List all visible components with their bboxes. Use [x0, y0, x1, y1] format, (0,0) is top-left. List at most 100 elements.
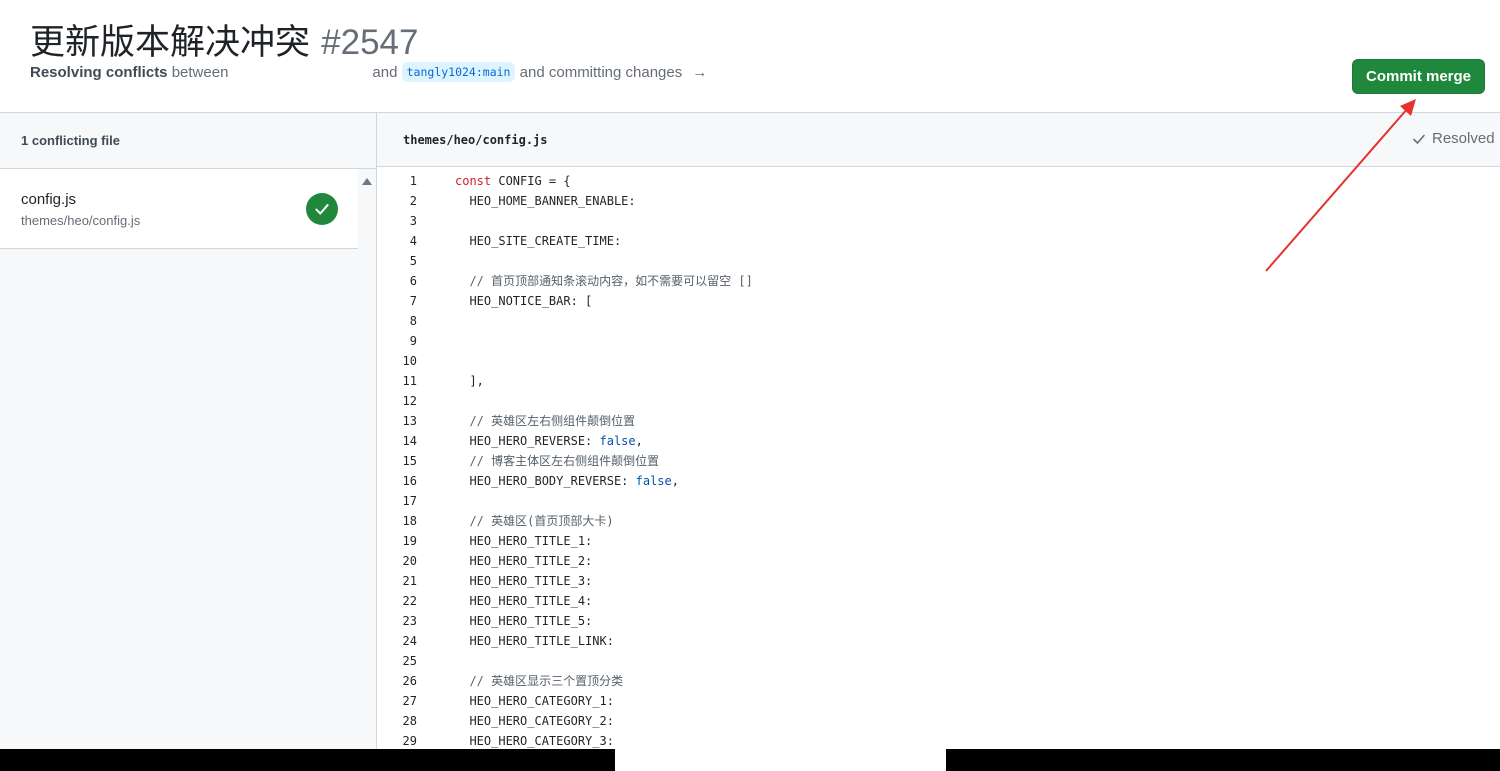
- line-number: 22: [402, 594, 417, 608]
- line-number: 25: [402, 654, 417, 668]
- line-number: 11: [402, 374, 417, 388]
- line-number: 15: [402, 454, 417, 468]
- resolved-check-icon: [306, 193, 338, 225]
- line-number: 4: [409, 234, 417, 248]
- line-content: // 英雄区显示三个置顶分类: [455, 674, 624, 688]
- code-line: 17: [377, 491, 1500, 511]
- resolved-status: Resolved: [1411, 130, 1495, 147]
- code-line: 16 HEO_HERO_BODY_REVERSE: false,: [377, 471, 1500, 491]
- code-line: 25: [377, 651, 1500, 671]
- scroll-up-arrow-icon[interactable]: [362, 178, 372, 185]
- line-number: 18: [402, 514, 417, 528]
- code-line: 18 // 英雄区(首页顶部大卡): [377, 511, 1500, 531]
- line-number: 29: [402, 734, 417, 748]
- sidebar-scrollbar[interactable]: [358, 169, 376, 771]
- arrow-right-icon: →: [692, 64, 708, 81]
- line-content: HEO_HERO_TITLE_3:: [455, 574, 593, 588]
- line-number: 27: [402, 694, 417, 708]
- line-content: HEO_HERO_TITLE_1:: [455, 534, 593, 548]
- code-line: 5: [377, 251, 1500, 271]
- line-number: 16: [402, 474, 417, 488]
- line-number: 7: [409, 294, 417, 308]
- subtitle-and: and: [372, 64, 398, 81]
- target-branch[interactable]: tangly1024:main: [401, 62, 516, 82]
- line-content: HEO_HERO_TITLE_2:: [455, 554, 593, 568]
- code-line: 1 const CONFIG = {: [377, 171, 1500, 191]
- line-content: HEO_HERO_TITLE_LINK:: [455, 634, 614, 648]
- line-number: 6: [409, 274, 417, 288]
- line-content: ],: [455, 374, 484, 388]
- code-line: 27 HEO_HERO_CATEGORY_1:: [377, 691, 1500, 711]
- line-content: HEO_NOTICE_BAR: [: [455, 294, 593, 308]
- page-header: 更新版本解决冲突 #2547 Resolving conflicts betwe…: [0, 0, 1500, 113]
- subtitle-tail: and committing changes: [519, 64, 683, 81]
- line-number: 5: [409, 254, 417, 268]
- line-content: // 首页顶部通知条滚动内容，如不需要可以留空 []: [455, 274, 753, 288]
- file-name: config.js: [21, 191, 77, 208]
- line-content: HEO_HERO_CATEGORY_3:: [455, 734, 614, 748]
- line-content: HEO_HERO_REVERSE: false,: [455, 434, 643, 448]
- line-number: 26: [402, 674, 417, 688]
- line-number: 23: [402, 614, 417, 628]
- line-content: // 英雄区(首页顶部大卡): [455, 514, 614, 528]
- pr-title: 更新版本解决冲突: [30, 23, 311, 63]
- redaction-bar-right: [946, 749, 1500, 771]
- page-subtitle: Resolving conflicts between and tangly102…: [30, 62, 707, 82]
- line-number: 19: [402, 534, 417, 548]
- commit-merge-button[interactable]: Commit merge: [1352, 59, 1485, 94]
- code-line: 19 HEO_HERO_TITLE_1:: [377, 531, 1500, 551]
- check-icon: [1413, 134, 1425, 144]
- code-line: 8: [377, 311, 1500, 331]
- line-number: 12: [402, 394, 417, 408]
- line-content: HEO_HERO_TITLE_4:: [455, 594, 593, 608]
- code-line: 9: [377, 331, 1500, 351]
- line-number: 14: [402, 434, 417, 448]
- line-content: // 英雄区左右侧组件颠倒位置: [455, 414, 636, 428]
- line-number: 24: [402, 634, 417, 648]
- code-line: 7 HEO_NOTICE_BAR: [: [377, 291, 1500, 311]
- line-content: const CONFIG = {: [455, 174, 571, 188]
- resolved-label: Resolved: [1432, 130, 1495, 147]
- code-line: 14 HEO_HERO_REVERSE: false,: [377, 431, 1500, 451]
- line-number: 2: [409, 194, 417, 208]
- line-number: 1: [409, 174, 417, 188]
- line-number: 13: [402, 414, 417, 428]
- pr-number: #2547: [321, 23, 419, 62]
- line-number: 17: [402, 494, 417, 508]
- subtitle-between: between: [167, 64, 229, 81]
- conflicting-files-count: 1 conflicting file: [0, 113, 376, 169]
- code-line: 24 HEO_HERO_TITLE_LINK:: [377, 631, 1500, 651]
- code-line: 28 HEO_HERO_CATEGORY_2:: [377, 711, 1500, 731]
- code-editor[interactable]: 1 const CONFIG = { 2 HEO_HOME_BANNER_ENABL…: [377, 167, 1500, 749]
- code-line: 20 HEO_HERO_TITLE_2:: [377, 551, 1500, 571]
- code-line: 2 HEO_HOME_BANNER_ENABLE:: [377, 191, 1500, 211]
- line-number: 10: [402, 354, 417, 368]
- conflicts-sidebar: 1 conflicting file config.js themes/heo/…: [0, 113, 377, 771]
- editor-file-path: themes/heo/config.js: [403, 133, 548, 147]
- line-number: 20: [402, 554, 417, 568]
- line-number: 9: [409, 334, 417, 348]
- code-line: 11 ],: [377, 371, 1500, 391]
- code-line: 22 HEO_HERO_TITLE_4:: [377, 591, 1500, 611]
- line-content: HEO_SITE_CREATE_TIME:: [455, 234, 622, 248]
- line-content: HEO_HERO_CATEGORY_2:: [455, 714, 614, 728]
- line-content: HEO_HERO_BODY_REVERSE: false,: [455, 474, 679, 488]
- subtitle-strong: Resolving conflicts: [30, 64, 168, 81]
- page-title: 更新版本解决冲突 #2547: [30, 14, 418, 65]
- code-line: 3: [377, 211, 1500, 231]
- code-line: 13 // 英雄区左右侧组件颠倒位置: [377, 411, 1500, 431]
- editor-header: themes/heo/config.js Resolved: [377, 113, 1500, 167]
- line-content: HEO_HOME_BANNER_ENABLE:: [455, 194, 636, 208]
- code-line: 26 // 英雄区显示三个置顶分类: [377, 671, 1500, 691]
- code-line: 21 HEO_HERO_TITLE_3:: [377, 571, 1500, 591]
- line-content: HEO_HERO_TITLE_5:: [455, 614, 593, 628]
- line-number: 8: [409, 314, 417, 328]
- line-number: 28: [402, 714, 417, 728]
- code-line: 23 HEO_HERO_TITLE_5:: [377, 611, 1500, 631]
- redaction-bar-left: [0, 749, 615, 771]
- code-line: 29 HEO_HERO_CATEGORY_3:: [377, 731, 1500, 749]
- code-line: 4 HEO_SITE_CREATE_TIME:: [377, 231, 1500, 251]
- conflict-file-item[interactable]: config.js themes/heo/config.js: [0, 169, 358, 249]
- code-line: 12: [377, 391, 1500, 411]
- line-content: HEO_HERO_CATEGORY_1:: [455, 694, 614, 708]
